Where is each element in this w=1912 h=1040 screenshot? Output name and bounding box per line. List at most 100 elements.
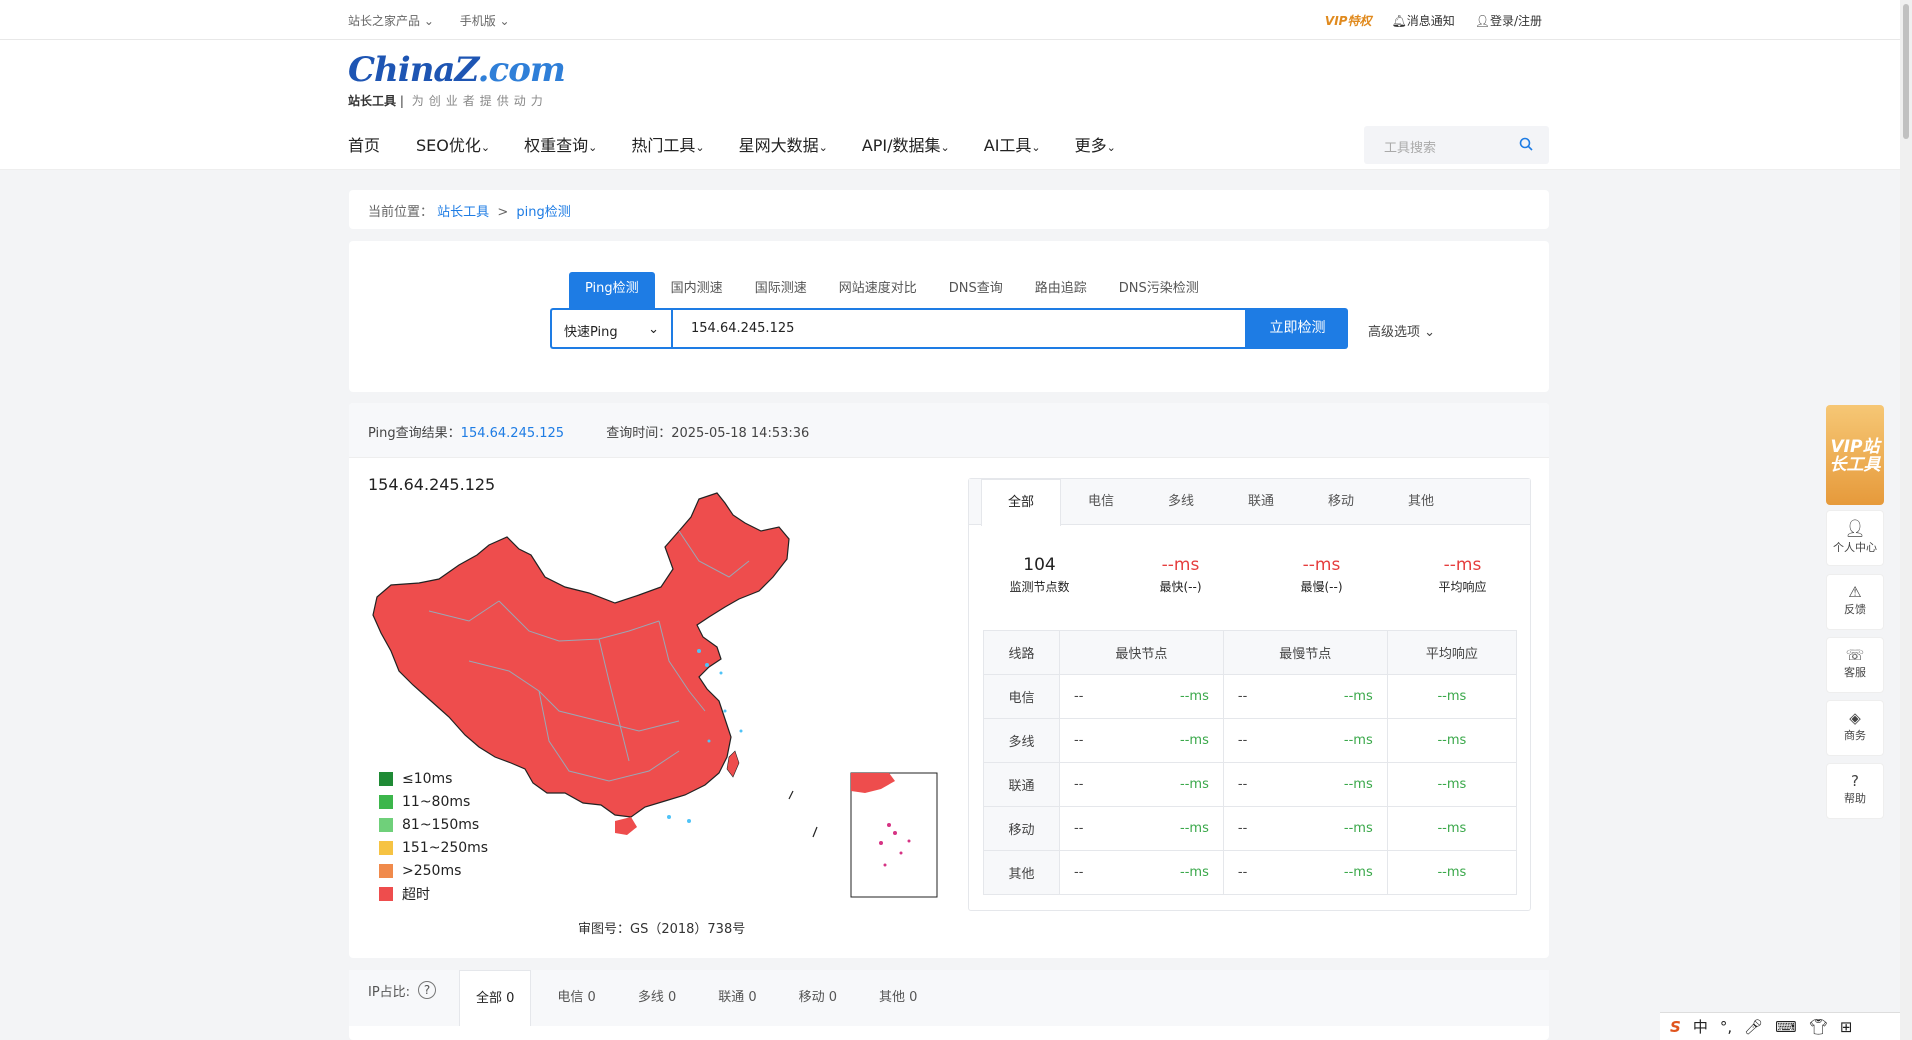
products-menu[interactable]: 站长之家产品 ⌄ [348, 14, 434, 28]
search-icon[interactable] [1519, 137, 1533, 151]
ip-tab-telecom[interactable]: 电信 0 [541, 970, 611, 1026]
node-name: -- [1074, 733, 1084, 748]
tab-international[interactable]: 国际测速 [739, 272, 823, 308]
col-slowest: 最慢节点 [1222, 630, 1388, 675]
nav-seo-label: SEO优化 [416, 136, 481, 155]
tab-other[interactable]: 其他 [1381, 479, 1461, 524]
nav-bigdata[interactable]: 星网大数据⌄ [739, 132, 828, 156]
vip-side-badge[interactable]: VIP站长工具 [1826, 405, 1884, 505]
legend-item: 11~80ms [379, 790, 488, 813]
header: ChinaZ.com 站长工具 | 为创业者提供动力 首页 SEO优化⌄ 权重查… [0, 40, 1900, 170]
ip-tab-unicom[interactable]: 联通 0 [702, 970, 772, 1026]
vip-side-label: VIP站长工具 [1829, 437, 1881, 475]
mobile-menu[interactable]: 手机版 ⌄ [460, 14, 510, 28]
node-ms: --ms [1343, 777, 1373, 792]
shirt-icon[interactable]: 👕︎ [1809, 1018, 1828, 1036]
ime-lang-toggle[interactable]: 中 [1693, 1016, 1708, 1037]
host-input[interactable]: 154.64.245.125 [671, 308, 1247, 349]
microphone-icon[interactable]: 🎤︎ [1744, 1018, 1763, 1036]
ip-tab-multiline[interactable]: 多线 0 [622, 970, 692, 1026]
site-logo[interactable]: ChinaZ.com 站长工具 | 为创业者提供动力 [348, 50, 566, 109]
tab-multiline[interactable]: 多线 [1141, 479, 1221, 524]
tab-unicom[interactable]: 联通 [1221, 479, 1301, 524]
row-fastest: -- --ms [1059, 718, 1224, 763]
breadcrumb-home[interactable]: 站长工具 [437, 205, 489, 220]
tab-dns-pollution[interactable]: DNS污染检测 [1103, 272, 1215, 308]
row-line: 多线 [983, 718, 1060, 763]
node-name: -- [1237, 865, 1248, 880]
chevron-down-icon: ⌄ [480, 141, 491, 154]
logo-text: ChinaZ [348, 50, 479, 90]
nav-ai[interactable]: AI工具⌄ [984, 132, 1041, 156]
ime-punct-toggle[interactable]: °, [1720, 1018, 1732, 1036]
legend-item: ≤10ms [379, 767, 488, 790]
row-slowest: -- --ms [1222, 806, 1388, 851]
scrollbar-thumb[interactable] [1903, 4, 1909, 139]
ip-tab-mobile[interactable]: 移动 0 [783, 970, 853, 1026]
ip-tab-all[interactable]: 全部 0 [459, 970, 532, 1026]
help-circle-icon[interactable]: ? [418, 981, 437, 999]
node-name: -- [1237, 689, 1248, 704]
vip-link[interactable]: VIP特权 [1325, 12, 1372, 29]
nav-weight[interactable]: 权重查询⌄ [524, 132, 597, 156]
nav-home[interactable]: 首页 [348, 132, 380, 156]
tab-compare[interactable]: 网站速度对比 [823, 272, 933, 308]
search-input[interactable]: 工具搜索 [1384, 137, 1436, 156]
nav-seo[interactable]: SEO优化⌄ [416, 132, 490, 156]
result-ip[interactable]: 154.64.245.125 [461, 426, 564, 441]
mode-select[interactable]: 快速Ping ⌄ [550, 308, 671, 349]
table-row: 联通 -- --ms -- --ms --ms [983, 762, 1518, 807]
advanced-options[interactable]: 高级选项 ⌄ [1368, 321, 1435, 340]
tab-route[interactable]: 路由追踪 [1019, 272, 1103, 308]
row-line: 其他 [983, 850, 1060, 895]
nav-api[interactable]: API/数据集⌄ [862, 132, 950, 156]
tab-all[interactable]: 全部 [981, 479, 1061, 526]
node-ms: --ms [1180, 733, 1209, 748]
legend-label: >250ms [402, 862, 462, 879]
legend-item: 151~250ms [379, 836, 488, 859]
submit-button[interactable]: 立即检测 [1247, 308, 1348, 349]
row-average: --ms [1386, 718, 1518, 763]
side-profile[interactable]: 👤︎ 个人中心 [1826, 510, 1884, 566]
table-row: 其他 -- --ms -- --ms --ms [983, 850, 1518, 895]
carrier-table: 线路 最快节点 最慢节点 平均响应 电信 -- --ms -- --ms --ms 多线 -… [983, 630, 1518, 895]
legend-item: 81~150ms [379, 813, 488, 836]
ime-grid[interactable]: ⊞ [1840, 1018, 1853, 1036]
nav-hot-tools[interactable]: 热门工具⌄ [631, 132, 704, 156]
row-average: --ms [1386, 762, 1518, 807]
kpi-nodes: 104 监测节点数 [969, 555, 1110, 595]
stats-panel: 全部 电信 多线 联通 移动 其他 104 监测节点数 --ms 最快(--) --… [968, 478, 1531, 911]
ime-logo-icon[interactable]: S [1670, 1018, 1681, 1036]
row-slowest: -- --ms [1222, 850, 1388, 895]
ime-keyboard[interactable]: ⌨ [1775, 1018, 1797, 1036]
side-feedback[interactable]: ⚠︎ 反馈 [1826, 574, 1884, 630]
tab-mobile[interactable]: 移动 [1301, 479, 1381, 524]
legend-swatch [379, 817, 393, 832]
tab-telecom[interactable]: 电信 [1061, 479, 1141, 524]
side-service[interactable]: ☏ 客服 [1826, 637, 1884, 693]
node-ms: --ms [1343, 865, 1373, 880]
tab-ping[interactable]: Ping检测 [569, 272, 655, 308]
legend-item: 超时 [379, 882, 488, 905]
scrollbar[interactable] [1900, 0, 1912, 1040]
tab-domestic[interactable]: 国内测速 [655, 272, 739, 308]
kpi-label: 最快(--) [1159, 580, 1202, 594]
login-link[interactable]: 👤︎登录/注册 [1475, 12, 1542, 29]
tool-search[interactable]: 工具搜索 [1364, 126, 1549, 164]
legend-swatch [379, 886, 393, 901]
node-name: -- [1237, 777, 1248, 792]
user-icon: 👤︎ [1844, 519, 1866, 539]
nav-more[interactable]: 更多⌄ [1075, 132, 1116, 156]
ime-toolbar: S 中 °, 🎤︎ ⌨ 👕︎ ⊞ [1660, 1012, 1900, 1040]
carrier-tabs: 全部 电信 多线 联通 移动 其他 [969, 479, 1530, 526]
tab-dns[interactable]: DNS查询 [933, 272, 1019, 308]
kpi-value: --ms [1443, 555, 1482, 575]
map-legend: ≤10ms 11~80ms 81~150ms 151~250ms >250ms … [379, 767, 488, 905]
notify-link[interactable]: 🔔︎消息通知 [1391, 12, 1454, 29]
ip-tab-other[interactable]: 其他 0 [863, 970, 933, 1026]
kpi-label: 平均响应 [1438, 580, 1487, 594]
side-help[interactable]: ? 帮助 [1826, 763, 1884, 819]
legend-item: >250ms [379, 859, 488, 882]
side-business[interactable]: ◈ 商务 [1826, 700, 1884, 756]
breadcrumb-current[interactable]: ping检测 [516, 205, 570, 220]
